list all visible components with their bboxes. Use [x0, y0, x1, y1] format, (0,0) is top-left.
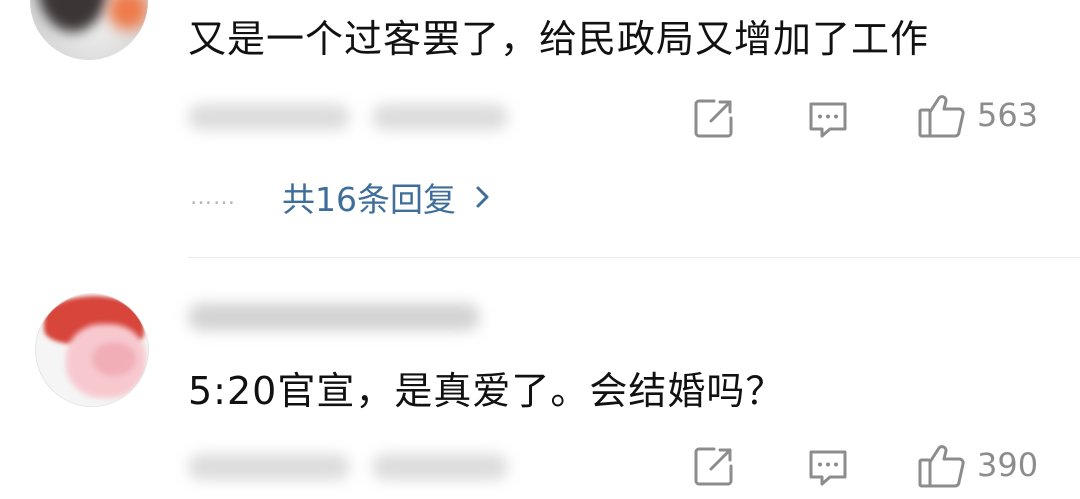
reply-dots: …… [190, 184, 236, 210]
comment-icon [809, 450, 847, 486]
chevron-right-icon [476, 186, 489, 208]
blurred-location [372, 454, 508, 480]
divider [188, 257, 1080, 258]
thumbs-up-icon [918, 445, 965, 488]
blurred-username[interactable] [188, 303, 480, 331]
blurred-location [372, 104, 508, 130]
comment-button[interactable] [806, 446, 850, 490]
comment-button[interactable] [806, 98, 850, 142]
like-count: 390 [977, 446, 1039, 484]
share-button[interactable] [692, 444, 736, 488]
share-icon [694, 99, 733, 138]
reply-count-label: 共16条回复 [282, 180, 456, 219]
thumbs-up-icon [918, 95, 965, 138]
blurred-timestamp [188, 104, 350, 130]
comment-text: 又是一个过客罢了，给民政局又增加了工作 [188, 17, 930, 61]
comment-text: 5:20官宣，是真爱了。会结婚吗？ [188, 369, 785, 413]
view-replies-link[interactable]: …… 共16条回复 [190, 172, 492, 222]
avatar[interactable] [35, 293, 149, 407]
share-button[interactable] [692, 96, 736, 140]
comment-list: 又是一个过客罢了，给民政局又增加了工作 563 …… 共16条回复 5:20官宣… [0, 0, 1080, 499]
like-button[interactable]: 563 [917, 90, 1038, 140]
comment-icon [809, 102, 847, 138]
avatar[interactable] [30, 0, 148, 60]
blurred-timestamp [188, 454, 350, 480]
like-count: 563 [977, 96, 1039, 134]
like-button[interactable]: 390 [917, 440, 1038, 490]
share-icon [694, 447, 733, 486]
